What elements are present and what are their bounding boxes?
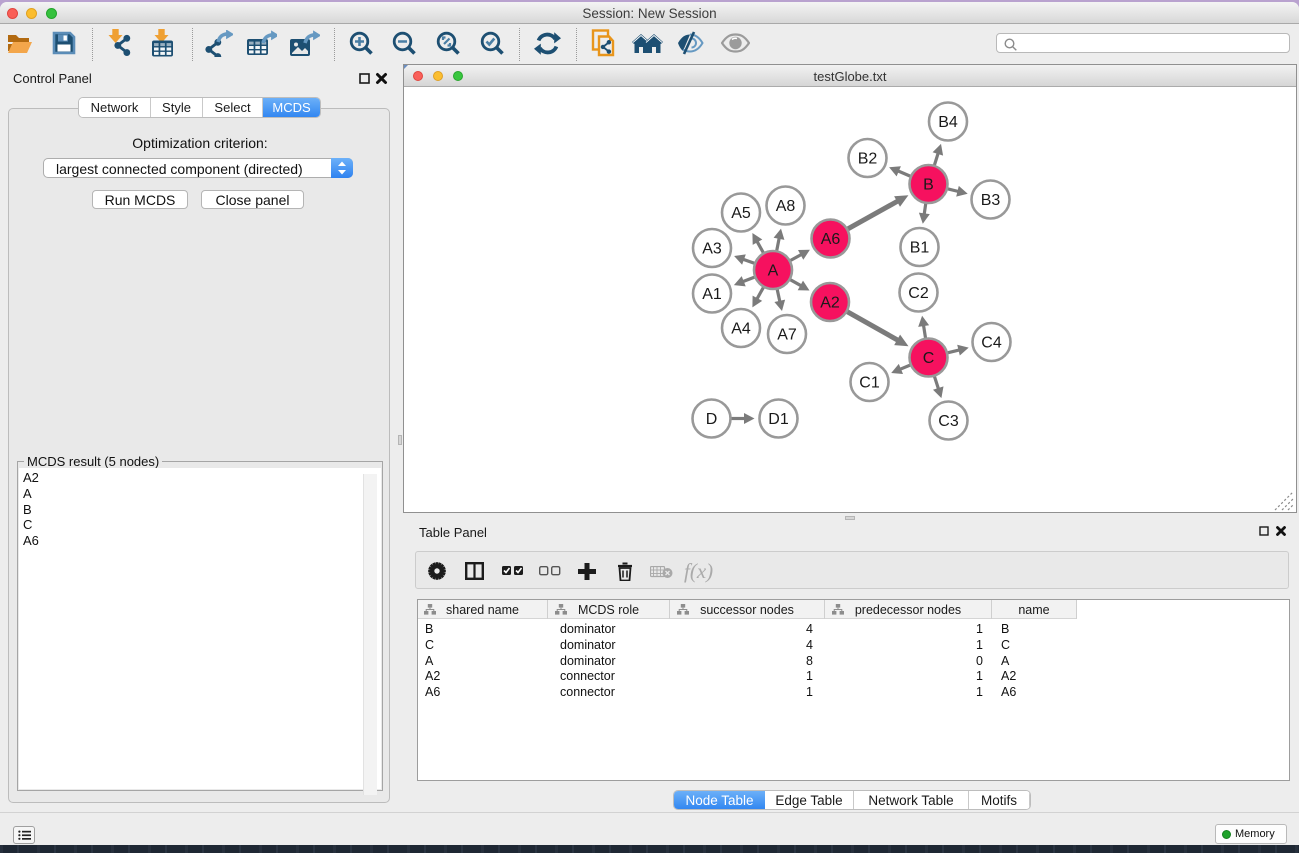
svg-text:C2: C2 (908, 285, 929, 302)
svg-text:B3: B3 (981, 192, 1001, 209)
svg-text:D: D (706, 411, 718, 428)
svg-text:A4: A4 (731, 321, 751, 338)
svg-text:A1: A1 (702, 286, 722, 303)
svg-text:A2: A2 (820, 295, 840, 312)
svg-text:A8: A8 (776, 198, 796, 215)
svg-text:A5: A5 (731, 205, 751, 222)
svg-text:B: B (923, 177, 934, 194)
svg-text:B2: B2 (858, 151, 878, 168)
svg-text:C: C (923, 350, 935, 367)
svg-text:A3: A3 (702, 241, 722, 258)
svg-text:C4: C4 (981, 335, 1002, 352)
svg-text:C1: C1 (859, 375, 880, 392)
svg-text:D1: D1 (768, 411, 789, 428)
svg-text:B4: B4 (938, 114, 958, 131)
svg-text:A6: A6 (821, 231, 841, 248)
svg-text:C3: C3 (938, 413, 959, 430)
svg-text:B1: B1 (910, 240, 930, 257)
svg-text:A7: A7 (777, 327, 797, 344)
svg-text:A: A (768, 263, 779, 280)
